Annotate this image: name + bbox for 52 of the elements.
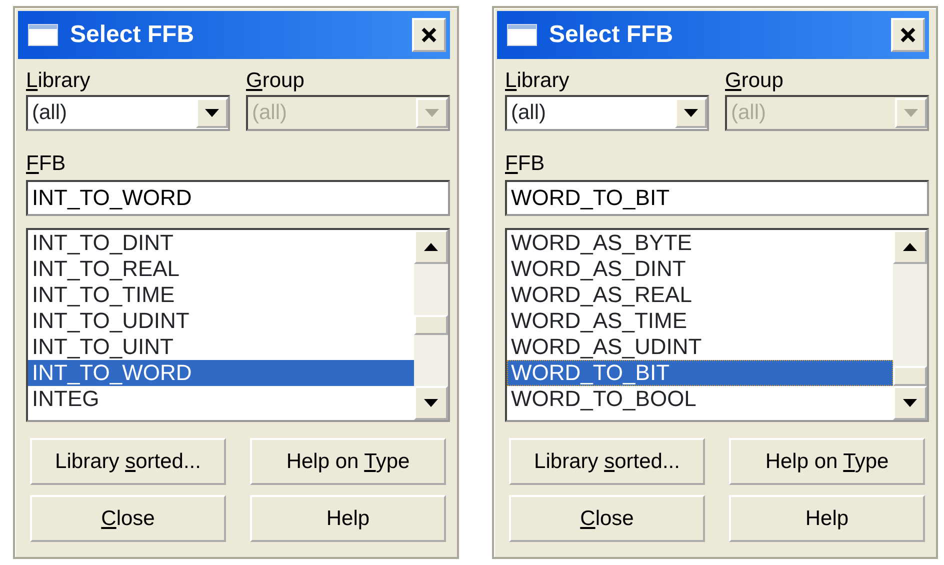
window-icon xyxy=(28,24,58,46)
close-button[interactable]: Close xyxy=(509,495,705,542)
list-item[interactable]: INTEG xyxy=(28,386,414,412)
dropdown-arrow-icon xyxy=(684,109,698,117)
scroll-up-icon xyxy=(903,243,917,251)
list-item[interactable]: WORD_TO_BOOL xyxy=(507,386,893,412)
list-item[interactable]: WORD_AS_UDINT xyxy=(507,334,893,360)
window-icon xyxy=(507,24,537,46)
scroll-up-icon xyxy=(424,243,438,251)
close-icon xyxy=(900,27,916,43)
list-item[interactable]: INT_TO_WORD xyxy=(28,360,414,386)
library-dropdown[interactable]: (all) xyxy=(26,95,230,131)
scrollbar[interactable] xyxy=(893,230,927,420)
list-item[interactable]: WORD_AS_TIME xyxy=(507,308,893,334)
dropdown-arrow-icon xyxy=(425,109,439,117)
dropdown-arrow-icon xyxy=(904,109,918,117)
sorted-library-button[interactable]: Library sorted... xyxy=(30,438,226,485)
close-button[interactable] xyxy=(891,18,925,52)
ffb-label: FFB xyxy=(505,153,545,174)
help-on-type-button[interactable]: Help on Type xyxy=(250,438,446,485)
scroll-down-icon xyxy=(424,399,438,407)
scrollbar[interactable] xyxy=(414,230,448,420)
list-item[interactable]: WORD_TO_BIT xyxy=(507,360,893,386)
library-dropdown[interactable]: (all) xyxy=(505,95,709,131)
scroll-down-icon xyxy=(903,399,917,407)
close-icon xyxy=(421,27,437,43)
close-button[interactable]: Close xyxy=(30,495,226,542)
scroll-thumb[interactable] xyxy=(893,366,927,386)
dropdown-arrow-icon xyxy=(205,109,219,117)
help-on-type-button[interactable]: Help on Type xyxy=(729,438,925,485)
list-item[interactable]: INT_TO_UDINT xyxy=(28,308,414,334)
group-label: Group xyxy=(725,70,784,91)
group-label: Group xyxy=(246,70,306,91)
ffb-input-field[interactable]: INT_TO_WORD xyxy=(26,180,450,216)
list-item[interactable]: WORD_AS_REAL xyxy=(507,282,893,308)
list-item[interactable]: INT_TO_DINT xyxy=(28,230,414,256)
library-label: Library xyxy=(505,70,570,91)
library-label: Library xyxy=(26,70,92,91)
close-button[interactable] xyxy=(412,18,446,52)
list-item[interactable]: INT_TO_UINT xyxy=(28,334,414,360)
help-button[interactable]: Help xyxy=(729,495,925,542)
list-item[interactable]: WORD_AS_BYTE xyxy=(507,230,893,256)
sorted-library-button[interactable]: Library sorted... xyxy=(509,438,705,485)
window-title: Select FFB xyxy=(549,20,674,50)
window-title: Select FFB xyxy=(70,20,196,50)
scroll-thumb[interactable] xyxy=(414,315,448,335)
list-item[interactable]: INT_TO_TIME xyxy=(28,282,414,308)
list-item[interactable]: WORD_AS_DINT xyxy=(507,256,893,282)
ffb-input-field[interactable]: WORD_TO_BIT xyxy=(505,180,929,216)
help-button[interactable]: Help xyxy=(250,495,446,542)
list-item[interactable]: INT_TO_REAL xyxy=(28,256,414,282)
ffb-label: FFB xyxy=(26,153,66,174)
